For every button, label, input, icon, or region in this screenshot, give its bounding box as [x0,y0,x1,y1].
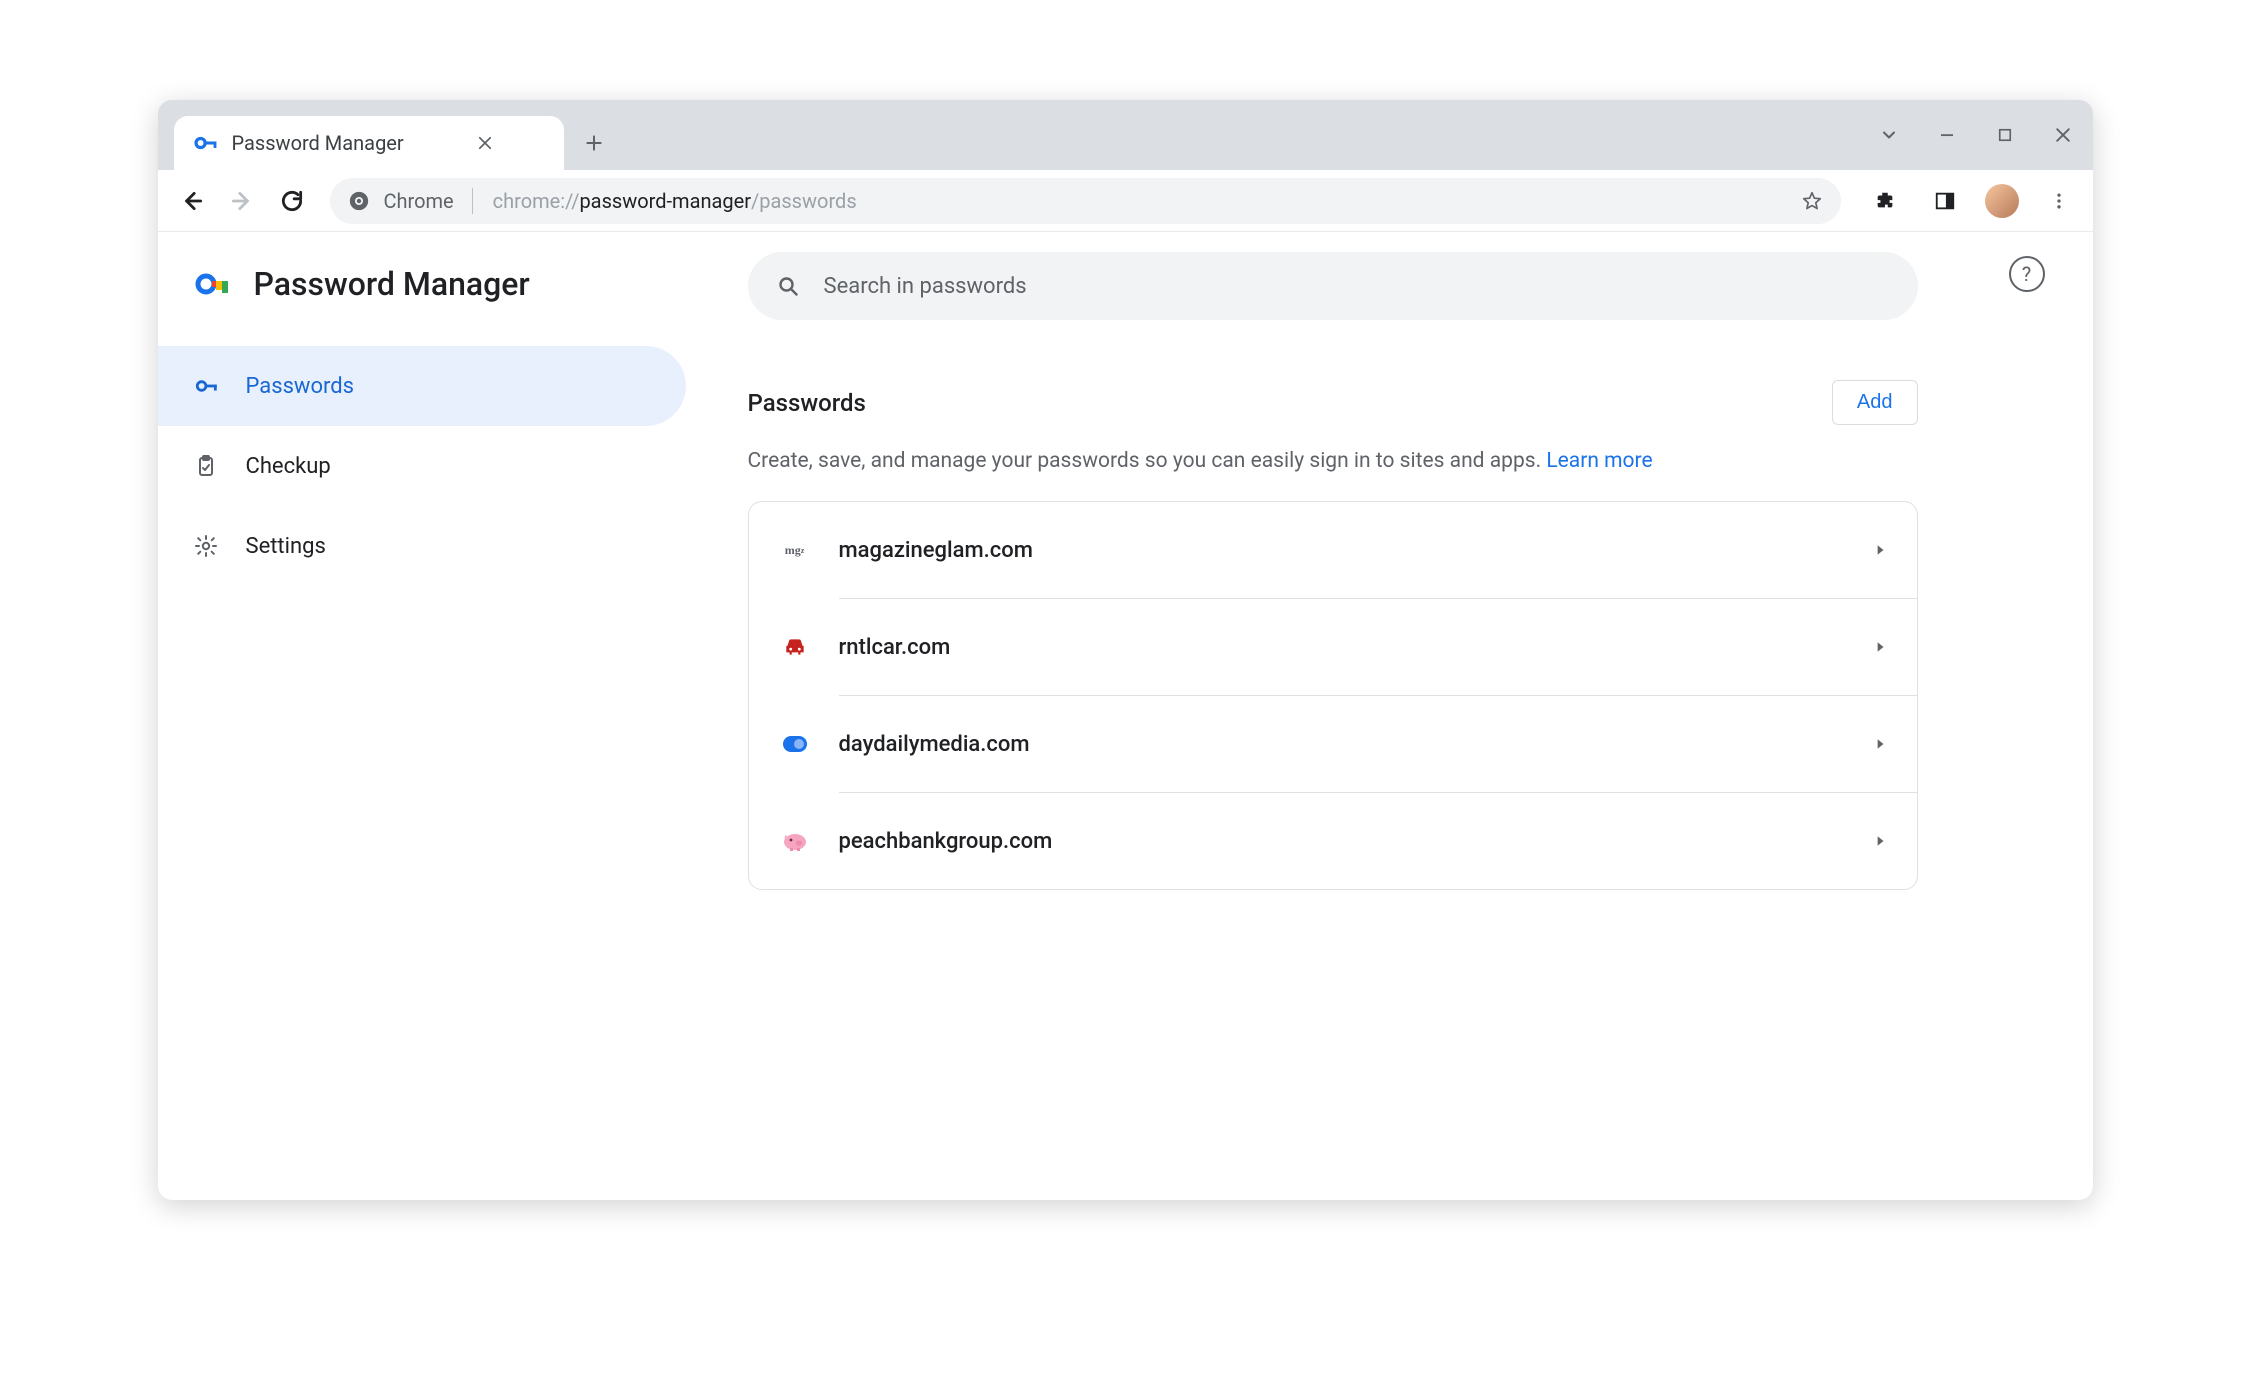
sidebar-item-checkup[interactable]: Checkup [158,426,686,506]
window-controls [1873,100,2079,170]
address-bar[interactable]: Chrome chrome://password-manager/passwor… [330,178,1841,224]
sidebar-item-settings[interactable]: Settings [158,506,686,586]
gear-icon [194,534,220,558]
sidebar-nav: Passwords Checkup Settings [158,346,708,586]
sidebar-item-label: Settings [246,534,326,559]
reload-button[interactable] [272,181,312,221]
forward-button[interactable] [222,181,262,221]
site-favicon [779,728,811,760]
learn-more-link[interactable]: Learn more [1546,449,1652,473]
password-row[interactable]: rntlcar.com [749,599,1917,695]
tab-title: Password Manager [232,131,404,155]
minimize-button[interactable] [1931,119,1963,151]
password-domain: rntlcar.com [839,635,951,660]
toolbar-actions [1859,181,2079,221]
site-favicon: mgz [779,534,811,566]
main-panel: Search in passwords ? Passwords Add Crea… [708,232,2093,1200]
help-button[interactable]: ? [2009,256,2045,292]
browser-window: Password Manager [158,100,2093,1200]
chevron-right-icon [1873,640,1887,654]
page-brand: Password Manager [158,254,708,326]
password-row[interactable]: mgz magazineglam.com [749,502,1917,598]
page-content: Password Manager Passwords Checkup Setti… [158,232,2093,1200]
password-list: mgz magazineglam.com rntlcar.com [748,501,1918,890]
sidebar: Password Manager Passwords Checkup Setti… [158,232,708,1200]
password-domain: daydailymedia.com [839,732,1030,757]
search-icon [776,274,800,298]
maximize-button[interactable] [1989,119,2021,151]
tab-strip: Password Manager [158,100,2093,170]
password-row[interactable]: daydailymedia.com [749,696,1917,792]
chevron-right-icon [1873,543,1887,557]
passwords-section: Passwords Add Create, save, and manage y… [748,380,1918,890]
section-description-text: Create, save, and manage your passwords … [748,449,1542,473]
section-header: Passwords Add [748,380,1918,425]
page-title: Password Manager [254,265,530,303]
section-title: Passwords [748,389,866,417]
side-panel-icon[interactable] [1925,181,1965,221]
search-placeholder: Search in passwords [824,274,1027,299]
omnibox-divider [472,188,473,214]
tabs-dropdown-icon[interactable] [1873,119,1905,151]
clipboard-icon [194,454,220,478]
url-suffix: /passwords [751,189,857,213]
password-domain: magazineglam.com [839,538,1033,563]
sidebar-item-passwords[interactable]: Passwords [158,346,686,426]
add-password-button[interactable]: Add [1832,380,1918,425]
chevron-right-icon [1873,834,1887,848]
password-domain: peachbankgroup.com [839,829,1053,854]
profile-avatar[interactable] [1985,184,2019,218]
window-close-button[interactable] [2047,119,2079,151]
chevron-right-icon [1873,737,1887,751]
help-icon: ? [2022,262,2031,286]
key-icon [192,129,220,157]
omnibox-label: Chrome [384,189,454,213]
back-button[interactable] [172,181,212,221]
toolbar: Chrome chrome://password-manager/passwor… [158,170,2093,232]
browser-tab[interactable]: Password Manager [174,116,564,170]
site-favicon [779,825,811,857]
site-favicon [779,631,811,663]
tab-close-icon[interactable] [476,134,494,152]
extensions-icon[interactable] [1865,181,1905,221]
search-input[interactable]: Search in passwords [748,252,1918,320]
section-description: Create, save, and manage your passwords … [748,449,1918,473]
chrome-icon [348,190,370,212]
password-manager-logo-icon [194,264,234,304]
menu-icon[interactable] [2039,181,2079,221]
password-row[interactable]: peachbankgroup.com [749,793,1917,889]
sidebar-item-label: Passwords [246,374,355,399]
url-host: password-manager [579,189,751,213]
new-tab-button[interactable] [574,123,614,163]
key-icon [194,373,220,399]
url-prefix: chrome:// [493,189,580,213]
sidebar-item-label: Checkup [246,454,331,479]
bookmark-star-icon[interactable] [1801,190,1823,212]
